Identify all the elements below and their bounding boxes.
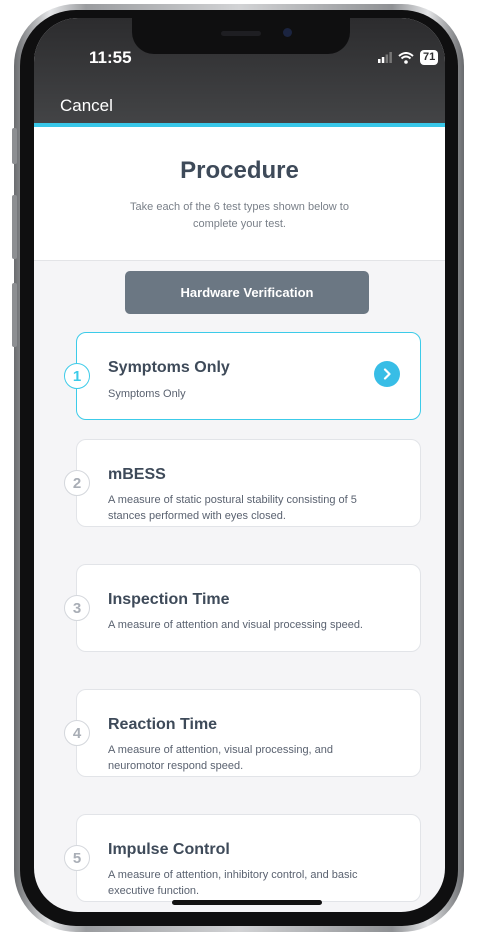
- front-camera: [283, 28, 292, 37]
- wifi-icon: [398, 51, 414, 64]
- test-title: mBESS: [108, 466, 166, 483]
- side-button-mute: [12, 128, 17, 164]
- test-card-impulse-control[interactable]: 5 Impulse Control A measure of attention…: [64, 814, 421, 902]
- side-button-volume-down: [12, 283, 17, 347]
- test-card-inspection-time[interactable]: 3 Inspection Time A measure of attention…: [64, 564, 421, 652]
- test-description: A measure of attention and visual proces…: [108, 619, 363, 631]
- test-description: A measure of static postural stability c…: [108, 494, 357, 522]
- test-title: Symptoms Only: [108, 359, 230, 376]
- procedure-header: Procedure Take each of the 6 test types …: [34, 127, 445, 261]
- signal-icon: [378, 52, 392, 63]
- phone-notch: [132, 18, 350, 54]
- hardware-verification-button[interactable]: Hardware Verification: [125, 271, 369, 314]
- cancel-button[interactable]: Cancel: [60, 96, 113, 116]
- page-subtitle: Take each of the 6 test types shown belo…: [130, 201, 349, 230]
- step-number-badge: 5: [64, 845, 90, 871]
- chevron-right-icon[interactable]: [374, 361, 400, 387]
- status-time: 11:55: [89, 48, 132, 67]
- test-description: Symptoms Only: [108, 388, 186, 400]
- side-button-volume-up: [12, 195, 17, 259]
- step-number-badge: 2: [64, 470, 90, 496]
- page-title: Procedure: [180, 157, 299, 184]
- test-card-reaction-time[interactable]: 4 Reaction Time A measure of attention, …: [64, 689, 421, 777]
- earpiece-speaker: [221, 31, 261, 36]
- step-number-badge: 1: [64, 363, 90, 389]
- battery-icon: 71: [420, 50, 439, 65]
- test-description: A measure of attention, visual processin…: [108, 744, 334, 772]
- status-icons: 71: [378, 50, 439, 65]
- test-card-symptoms-only[interactable]: 1 Symptoms Only Symptoms Only: [64, 332, 421, 420]
- step-number-badge: 4: [64, 720, 90, 746]
- step-number-badge: 3: [64, 595, 90, 621]
- test-title: Inspection Time: [108, 591, 230, 608]
- test-description: A measure of attention, inhibitory contr…: [108, 869, 358, 897]
- app-screen: 11:55 71 Cancel Procedure Take each of t…: [34, 18, 445, 912]
- home-indicator[interactable]: [172, 900, 322, 905]
- test-title: Reaction Time: [108, 716, 218, 733]
- test-card-mbess[interactable]: 2 mBESS A measure of static postural sta…: [64, 439, 421, 527]
- test-title: Impulse Control: [108, 841, 230, 858]
